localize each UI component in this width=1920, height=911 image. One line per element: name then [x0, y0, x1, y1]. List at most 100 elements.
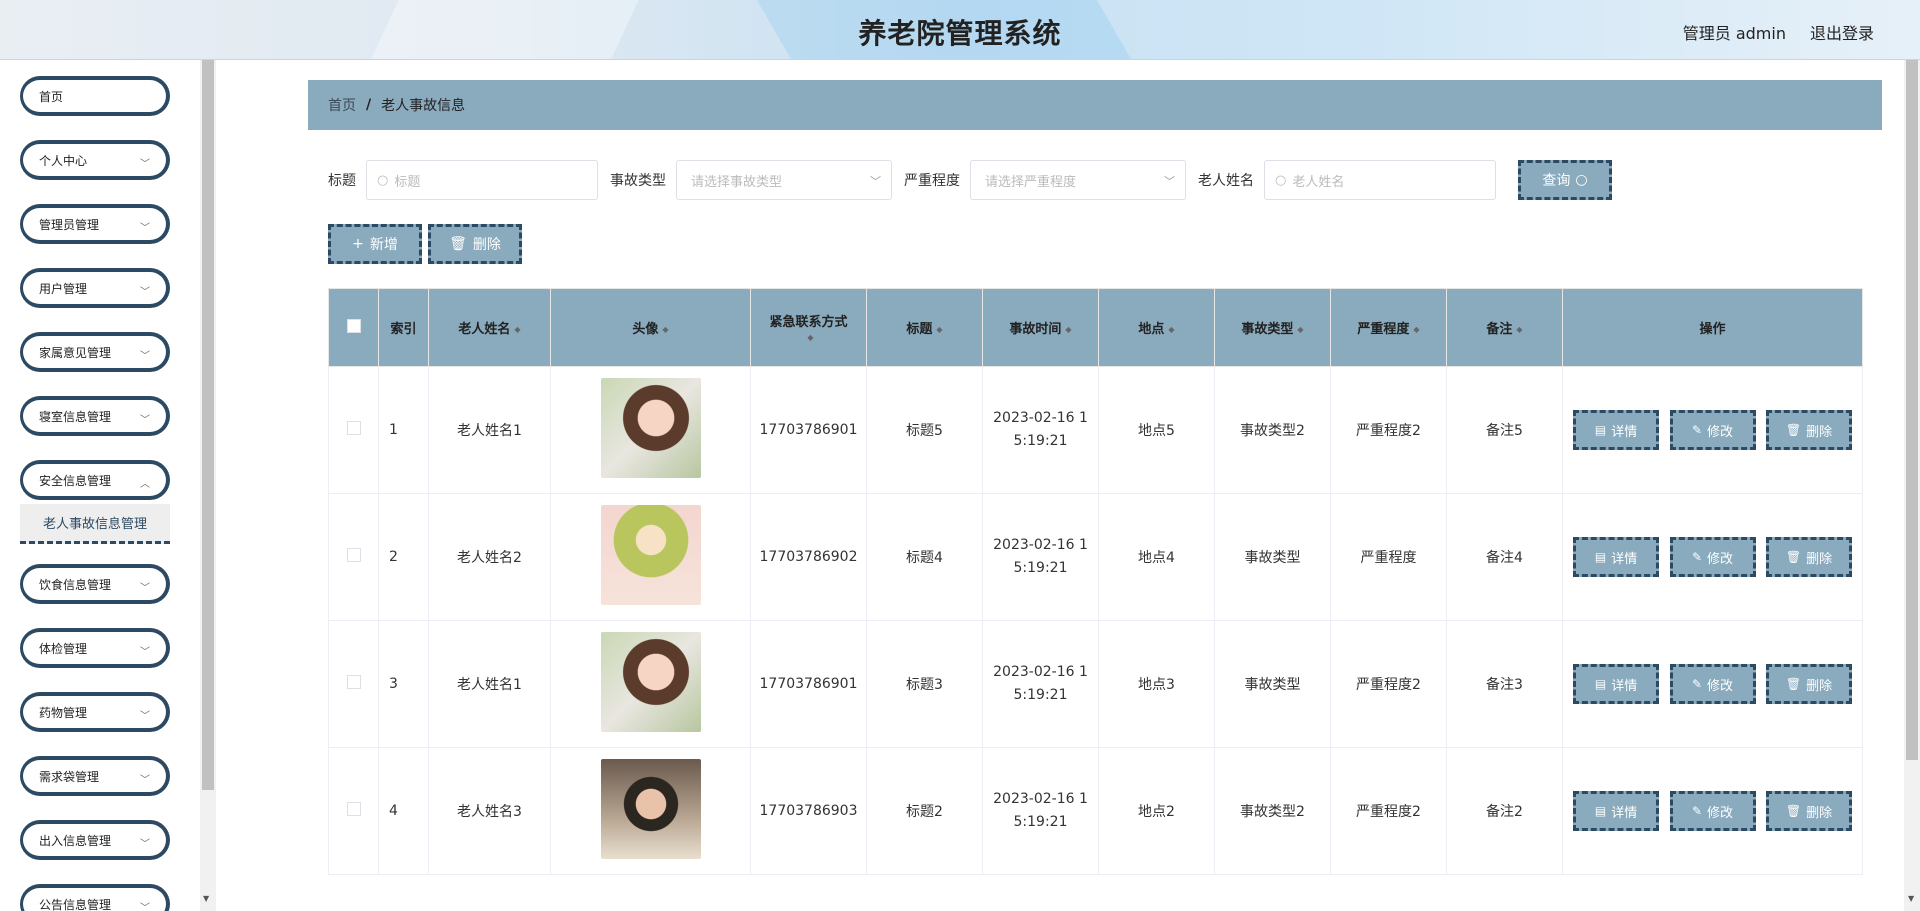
chevron-down-icon: ﹀	[140, 223, 150, 234]
avatar	[600, 378, 701, 478]
search-icon: ○	[1275, 172, 1287, 188]
sort-icon[interactable]: ◆	[662, 325, 668, 334]
edit-button[interactable]: ✎ 修改	[1669, 410, 1756, 450]
chevron-down-icon: ﹀	[140, 351, 150, 362]
delete-button[interactable]: 🗑 删除	[1765, 537, 1852, 577]
sidebar-item-label: 安全信息管理	[39, 473, 112, 488]
time-line: 2023-02-16 1	[993, 410, 1088, 426]
sidebar-item-admins[interactable]: 管理员管理 ﹀	[20, 204, 170, 244]
column-header-label: 严重程度	[1357, 322, 1410, 337]
scroll-down-arrow-icon[interactable]: ▼	[1908, 894, 1914, 903]
delete-button[interactable]: 🗑 删除	[1765, 410, 1852, 450]
row-checkbox[interactable]	[346, 675, 361, 689]
table-row: 1 老人姓名1 17703786901 标题5 2023-02-16 1 5:19…	[328, 366, 1863, 494]
breadcrumb-separator: /	[366, 97, 372, 113]
detail-button[interactable]: ▤ 详情	[1573, 664, 1660, 704]
time-line: 5:19:21	[1013, 814, 1068, 830]
title-search-input[interactable]: ○ 标题	[366, 160, 598, 200]
column-header-phone[interactable]: 紧急联系方式 ◆	[750, 288, 867, 367]
column-header-label: 地点	[1138, 322, 1165, 337]
column-header-place[interactable]: 地点 ◆	[1098, 288, 1215, 367]
sidebar-item-profile[interactable]: 个人中心 ﹀	[20, 140, 170, 180]
pencil-icon: ✎	[1691, 550, 1703, 564]
cell-phone: 17703786903	[750, 747, 867, 875]
sidebar-subitem-accident[interactable]: 老人事故信息管理	[20, 504, 170, 544]
batch-delete-button[interactable]: 🗑 删除	[428, 224, 522, 264]
sort-icon[interactable]: ◆	[1413, 325, 1419, 334]
cell-title: 标题4	[866, 493, 983, 621]
column-header-avatar[interactable]: 头像 ◆	[550, 288, 751, 367]
sort-icon[interactable]: ◆	[1065, 325, 1071, 334]
page-scrollbar-thumb[interactable]	[1906, 60, 1918, 760]
sort-icon[interactable]: ◆	[514, 325, 520, 334]
edit-button[interactable]: ✎ 修改	[1669, 537, 1756, 577]
document-icon: ▤	[1594, 550, 1607, 564]
sort-icon[interactable]: ◆	[1168, 325, 1174, 334]
chevron-down-icon: ﹀	[140, 583, 150, 594]
sidebar-item-notice[interactable]: 公告信息管理 ﹀	[20, 884, 170, 911]
delete-button-label: 删除	[1806, 805, 1833, 821]
sidebar-item-label: 饮食信息管理	[39, 577, 112, 592]
sidebar-scrollbar-thumb[interactable]	[202, 60, 214, 790]
elder-name-search-input[interactable]: ○ 老人姓名	[1264, 160, 1496, 200]
cell-type: 事故类型2	[1214, 366, 1331, 494]
detail-button[interactable]: ▤ 详情	[1573, 537, 1660, 577]
search-icon: ○	[377, 172, 389, 188]
sort-icon[interactable]: ◆	[807, 333, 813, 342]
type-filter-label: 事故类型	[610, 173, 666, 189]
detail-button[interactable]: ▤ 详情	[1573, 791, 1660, 831]
edit-button-label: 修改	[1707, 424, 1734, 440]
row-checkbox[interactable]	[346, 802, 361, 816]
sidebar-item-label: 出入信息管理	[39, 833, 112, 848]
edit-button[interactable]: ✎ 修改	[1669, 791, 1756, 831]
logout-link[interactable]: 退出登录	[1810, 20, 1874, 44]
current-user: 管理员 admin	[1682, 24, 1786, 43]
pencil-icon: ✎	[1691, 677, 1703, 691]
cell-place: 地点4	[1098, 493, 1215, 621]
chevron-down-icon: ﹀	[140, 775, 150, 786]
column-header-time[interactable]: 事故时间 ◆	[982, 288, 1099, 367]
breadcrumb-current: 老人事故信息	[381, 98, 466, 114]
sidebar-item-label: 首页	[39, 89, 64, 104]
cell-phone: 17703786901	[750, 620, 867, 748]
delete-button[interactable]: 🗑 删除	[1765, 664, 1852, 704]
column-header-label: 老人姓名	[458, 322, 511, 337]
column-header-title[interactable]: 标题 ◆	[866, 288, 983, 367]
column-header-type[interactable]: 事故类型 ◆	[1214, 288, 1331, 367]
detail-button-label: 详情	[1611, 805, 1638, 821]
column-header-name[interactable]: 老人姓名 ◆	[428, 288, 551, 367]
sidebar-item-users[interactable]: 用户管理 ﹀	[20, 268, 170, 308]
row-checkbox-cell	[328, 493, 379, 621]
detail-button[interactable]: ▤ 详情	[1573, 410, 1660, 450]
sidebar-item-safety[interactable]: 安全信息管理 ︿	[20, 460, 170, 500]
sidebar-item-dorm[interactable]: 寝室信息管理 ﹀	[20, 396, 170, 436]
row-checkbox[interactable]	[346, 421, 361, 435]
select-all-checkbox[interactable]	[346, 318, 361, 333]
header-user-area: 管理员 admin 退出登录	[1683, 20, 1874, 44]
breadcrumb-home[interactable]: 首页	[328, 95, 356, 115]
sort-icon[interactable]: ◆	[936, 325, 942, 334]
trash-icon: 🗑	[1785, 804, 1802, 818]
scroll-down-arrow-icon[interactable]: ▼	[203, 894, 209, 903]
chevron-down-icon: ﹀	[140, 839, 150, 850]
cell-place: 地点2	[1098, 747, 1215, 875]
sort-icon[interactable]: ◆	[1297, 325, 1303, 334]
severity-select[interactable]: 请选择严重程度 ﹀	[970, 160, 1186, 200]
sidebar-item-access[interactable]: 出入信息管理 ﹀	[20, 820, 170, 860]
delete-button[interactable]: 🗑 删除	[1765, 791, 1852, 831]
sort-icon[interactable]: ◆	[1516, 325, 1522, 334]
sidebar-item-medicine[interactable]: 药物管理 ﹀	[20, 692, 170, 732]
column-header-severity[interactable]: 严重程度 ◆	[1330, 288, 1447, 367]
delete-button-label: 删除	[1806, 551, 1833, 567]
query-button[interactable]: 查询 ○	[1518, 160, 1612, 200]
edit-button[interactable]: ✎ 修改	[1669, 664, 1756, 704]
row-checkbox[interactable]	[346, 548, 361, 562]
sidebar-item-family-feedback[interactable]: 家属意见管理 ﹀	[20, 332, 170, 372]
accident-type-select[interactable]: 请选择事故类型 ﹀	[676, 160, 892, 200]
sidebar-item-diet[interactable]: 饮食信息管理 ﹀	[20, 564, 170, 604]
add-button[interactable]: + 新增	[328, 224, 422, 264]
column-header-note[interactable]: 备注 ◆	[1446, 288, 1563, 367]
sidebar-item-checkup[interactable]: 体检管理 ﹀	[20, 628, 170, 668]
sidebar-item-home[interactable]: 首页	[20, 76, 170, 116]
sidebar-item-needs[interactable]: 需求袋管理 ﹀	[20, 756, 170, 796]
